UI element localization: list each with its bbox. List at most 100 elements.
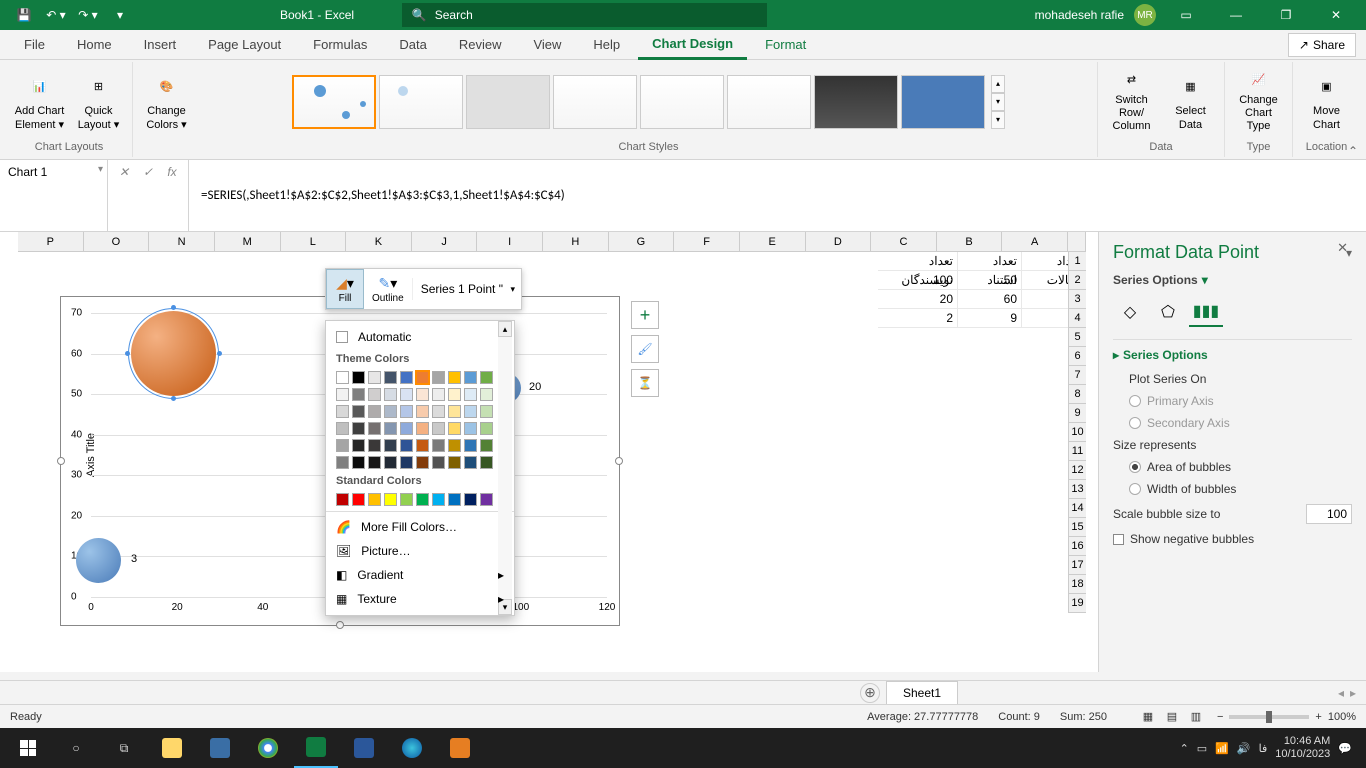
color-swatch[interactable] (416, 493, 429, 506)
color-swatch[interactable] (368, 456, 381, 469)
row-header[interactable]: 14 (1069, 499, 1086, 518)
color-swatch[interactable] (432, 439, 445, 452)
outline-button[interactable]: ✎ ▾ Outline (364, 270, 412, 308)
color-swatch[interactable] (336, 405, 349, 418)
row-header[interactable]: 7 (1069, 366, 1086, 385)
row-header[interactable]: 5 (1069, 328, 1086, 347)
color-swatch[interactable] (400, 388, 413, 401)
color-swatch[interactable] (400, 371, 413, 384)
cell[interactable]: 2 (878, 309, 958, 328)
chart-handle[interactable] (336, 621, 344, 629)
col-header[interactable]: B (937, 232, 1003, 251)
col-header[interactable]: I (477, 232, 543, 251)
gallery-more-icon[interactable]: ▾ (991, 111, 1005, 129)
color-swatch[interactable] (416, 439, 429, 452)
name-box-input[interactable] (0, 160, 94, 184)
chart-filters-button[interactable]: ⏳ (631, 369, 659, 397)
color-swatch[interactable] (400, 456, 413, 469)
color-swatch[interactable] (336, 493, 349, 506)
col-header[interactable]: M (215, 232, 281, 251)
color-swatch[interactable] (464, 439, 477, 452)
cell[interactable]: 20 (878, 290, 958, 309)
row-header[interactable]: 17 (1069, 556, 1086, 575)
ime-icon[interactable]: ▭ (1197, 742, 1207, 755)
color-swatch[interactable] (448, 439, 461, 452)
color-swatch[interactable] (448, 493, 461, 506)
app-icon[interactable] (198, 728, 242, 768)
pane-subtitle[interactable]: Series Options ▾ (1113, 273, 1352, 287)
col-header[interactable]: K (346, 232, 412, 251)
color-swatch[interactable] (352, 371, 365, 384)
color-swatch[interactable] (448, 371, 461, 384)
chart-style-6[interactable] (727, 75, 811, 129)
col-header[interactable]: F (674, 232, 740, 251)
chart-style-5[interactable] (640, 75, 724, 129)
color-swatch[interactable] (480, 422, 493, 435)
gallery-up-icon[interactable]: ▴ (991, 75, 1005, 93)
sheet-nav-next-icon[interactable]: ▸ (1350, 686, 1356, 700)
row-header[interactable]: 13 (1069, 480, 1086, 499)
gradient-fill-item[interactable]: ◧Gradient▸ (326, 563, 514, 587)
color-swatch[interactable] (432, 493, 445, 506)
color-swatch[interactable] (368, 388, 381, 401)
chart-style-3[interactable] (466, 75, 550, 129)
start-button[interactable] (6, 728, 50, 768)
width-of-bubbles-radio[interactable]: Width of bubbles (1113, 478, 1352, 500)
color-swatch[interactable] (480, 493, 493, 506)
row-header[interactable]: 19 (1069, 594, 1086, 613)
cell[interactable]: 60 (958, 290, 1022, 309)
color-swatch[interactable] (384, 371, 397, 384)
col-header[interactable]: H (543, 232, 609, 251)
row-header[interactable]: 18 (1069, 575, 1086, 594)
undo-icon[interactable]: ↶ ▾ (42, 3, 70, 27)
tray-overflow-icon[interactable]: ⌃ (1180, 742, 1189, 755)
scale-bubble-input[interactable] (1306, 504, 1352, 524)
show-negative-bubbles-checkbox[interactable]: Show negative bubbles (1113, 528, 1352, 550)
sheet-tab[interactable]: Sheet1 (886, 681, 958, 704)
col-header-blank[interactable] (1068, 232, 1086, 251)
language-indicator[interactable]: فا (1259, 742, 1268, 755)
row-header[interactable]: 15 (1069, 518, 1086, 537)
search-box[interactable]: 🔍 Search (402, 3, 767, 27)
save-icon[interactable]: 💾 (10, 3, 38, 27)
color-swatch[interactable] (464, 493, 477, 506)
chart-styles-button[interactable]: 🖌 (631, 335, 659, 363)
page-break-view-icon[interactable]: ▥ (1185, 708, 1207, 726)
qat-more-icon[interactable]: ▾ (106, 3, 134, 27)
more-fill-colors-item[interactable]: 🌈More Fill Colors… (326, 515, 514, 539)
color-swatch[interactable] (480, 388, 493, 401)
chart-elements-button[interactable]: + (631, 301, 659, 329)
word-icon[interactable] (342, 728, 386, 768)
app-icon[interactable] (438, 728, 482, 768)
sheet-nav-prev-icon[interactable]: ◂ (1338, 686, 1344, 700)
normal-view-icon[interactable]: ▦ (1137, 708, 1159, 726)
color-swatch[interactable] (368, 371, 381, 384)
zoom-out-icon[interactable]: − (1217, 711, 1223, 723)
color-swatch[interactable] (336, 456, 349, 469)
color-swatch[interactable] (464, 405, 477, 418)
quick-layout-button[interactable]: ⊞ Quick Layout ▾ (71, 68, 126, 136)
color-swatch[interactable] (464, 456, 477, 469)
move-chart-button[interactable]: ▣ Move Chart (1299, 68, 1354, 136)
tab-insert[interactable]: Insert (130, 31, 191, 58)
col-header[interactable]: A (1002, 232, 1068, 251)
color-swatch[interactable] (432, 405, 445, 418)
gallery-down-icon[interactable]: ▾ (991, 93, 1005, 111)
change-chart-type-button[interactable]: 📈 Change Chart Type (1231, 68, 1286, 136)
col-header[interactable]: N (149, 232, 215, 251)
color-swatch[interactable] (368, 405, 381, 418)
color-swatch[interactable] (416, 388, 429, 401)
col-header[interactable]: L (281, 232, 347, 251)
tab-chart-design[interactable]: Chart Design (638, 30, 747, 60)
color-swatch[interactable] (448, 422, 461, 435)
fill-line-tab-icon[interactable]: ◇ (1113, 297, 1147, 327)
color-swatch[interactable] (432, 388, 445, 401)
color-swatch[interactable] (384, 405, 397, 418)
color-swatch[interactable] (464, 422, 477, 435)
color-swatch[interactable] (352, 388, 365, 401)
color-swatch[interactable] (368, 422, 381, 435)
row-header[interactable]: 6 (1069, 347, 1086, 366)
tab-home[interactable]: Home (63, 31, 126, 58)
row-header[interactable]: 10 (1069, 423, 1086, 442)
chart-handle[interactable] (615, 457, 623, 465)
